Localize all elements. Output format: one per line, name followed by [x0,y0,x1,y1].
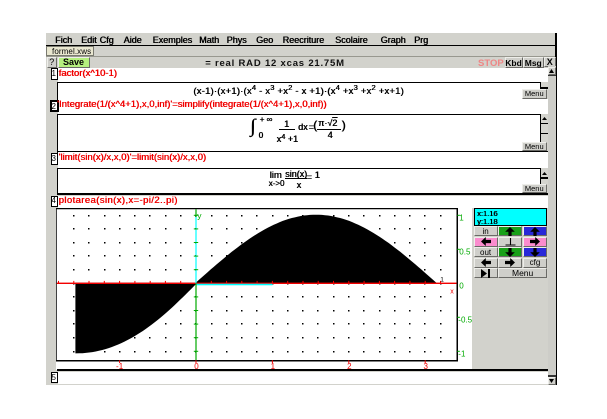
svg-text:-1: -1 [458,349,466,358]
svg-text:0: 0 [459,281,464,290]
svg-text:0.5: 0.5 [459,247,471,256]
svg-text:y: y [197,210,202,220]
svg-text:1: 1 [459,213,464,222]
svg-text:x: x [450,289,454,296]
svg-text:-0.5: -0.5 [458,315,472,324]
svg-text:1: 1 [440,277,444,284]
